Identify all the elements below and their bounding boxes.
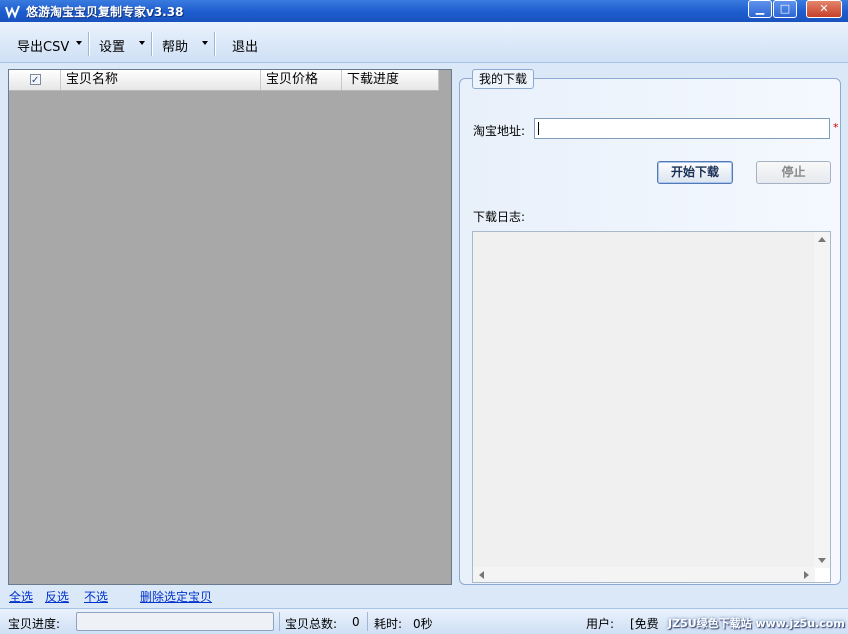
stop-button[interactable]: 停止 (756, 161, 831, 184)
minimize-button[interactable]: ▁ (748, 0, 772, 18)
select-none-link[interactable]: 不选 (84, 588, 108, 605)
close-button[interactable]: ✕ (806, 0, 842, 18)
minimize-icon: ▁ (755, 2, 765, 15)
invert-selection-link[interactable]: 反选 (45, 588, 69, 605)
product-progress-bar (76, 612, 274, 631)
chevron-down-icon[interactable] (139, 41, 145, 45)
maximize-button[interactable]: □ (773, 0, 797, 18)
download-log[interactable] (472, 231, 831, 583)
log-content (473, 232, 815, 568)
status-separator (367, 612, 368, 631)
taobao-url-input[interactable] (534, 118, 830, 139)
log-label: 下载日志: (473, 210, 526, 224)
select-all-checkbox[interactable] (30, 71, 41, 91)
user-label: 用户: (586, 617, 615, 631)
group-title: 我的下载 (472, 69, 535, 89)
scroll-up-icon[interactable] (818, 237, 826, 242)
menu-bar: 导出CSV 设置 帮助 退出 (0, 22, 848, 63)
menu-separator (151, 32, 152, 56)
select-all-link[interactable]: 全选 (9, 588, 33, 605)
scroll-left-icon[interactable] (479, 571, 484, 579)
text-caret (538, 122, 539, 135)
column-download-progress[interactable]: 下载进度 (342, 70, 439, 90)
product-list[interactable]: 宝贝名称 宝贝价格 下载进度 (8, 69, 452, 585)
menu-settings[interactable]: 设置 (99, 36, 125, 55)
scroll-right-icon[interactable] (804, 571, 809, 579)
user-value: [免费 (630, 617, 659, 631)
scroll-down-icon[interactable] (818, 558, 826, 563)
menu-separator (214, 32, 215, 56)
column-product-name[interactable]: 宝贝名称 (61, 70, 261, 90)
site-watermark: JZ5U绿色下载站 www.jz5u.com (668, 617, 845, 630)
maximize-icon: □ (779, 2, 791, 15)
elapsed-value: 0秒 (413, 617, 433, 631)
start-download-button[interactable]: 开始下载 (657, 161, 733, 184)
url-label: 淘宝地址: (473, 124, 526, 138)
total-label: 宝贝总数: (285, 617, 338, 631)
column-product-price[interactable]: 宝贝价格 (261, 70, 342, 90)
menu-exit[interactable]: 退出 (232, 36, 258, 55)
list-header: 宝贝名称 宝贝价格 下载进度 (9, 70, 439, 91)
chevron-down-icon[interactable] (202, 41, 208, 45)
status-bar: 宝贝进度: 宝贝总数: 0 耗时: 0秒 用户: [免费 JZ5U绿色下载站 w… (0, 608, 848, 634)
status-separator (279, 612, 280, 631)
wave-logo-icon (5, 5, 20, 19)
menu-help[interactable]: 帮助 (162, 36, 188, 55)
title-bar: 悠游淘宝宝贝复制专家v3.38 ▁ □ ✕ (0, 0, 848, 22)
total-value: 0 (352, 615, 360, 629)
chevron-down-icon[interactable] (76, 41, 82, 45)
elapsed-label: 耗时: (374, 617, 403, 631)
vertical-scrollbar[interactable] (814, 232, 830, 568)
menu-export-csv[interactable]: 导出CSV (17, 36, 69, 55)
delete-selected-link[interactable]: 删除选定宝贝 (140, 588, 212, 605)
close-icon: ✕ (819, 2, 829, 15)
required-mark: * (833, 121, 839, 134)
horizontal-scrollbar[interactable] (473, 567, 815, 582)
menu-separator (88, 32, 89, 56)
window-title: 悠游淘宝宝贝复制专家v3.38 (26, 5, 184, 19)
progress-label: 宝贝进度: (8, 617, 61, 631)
column-select[interactable] (9, 70, 61, 91)
